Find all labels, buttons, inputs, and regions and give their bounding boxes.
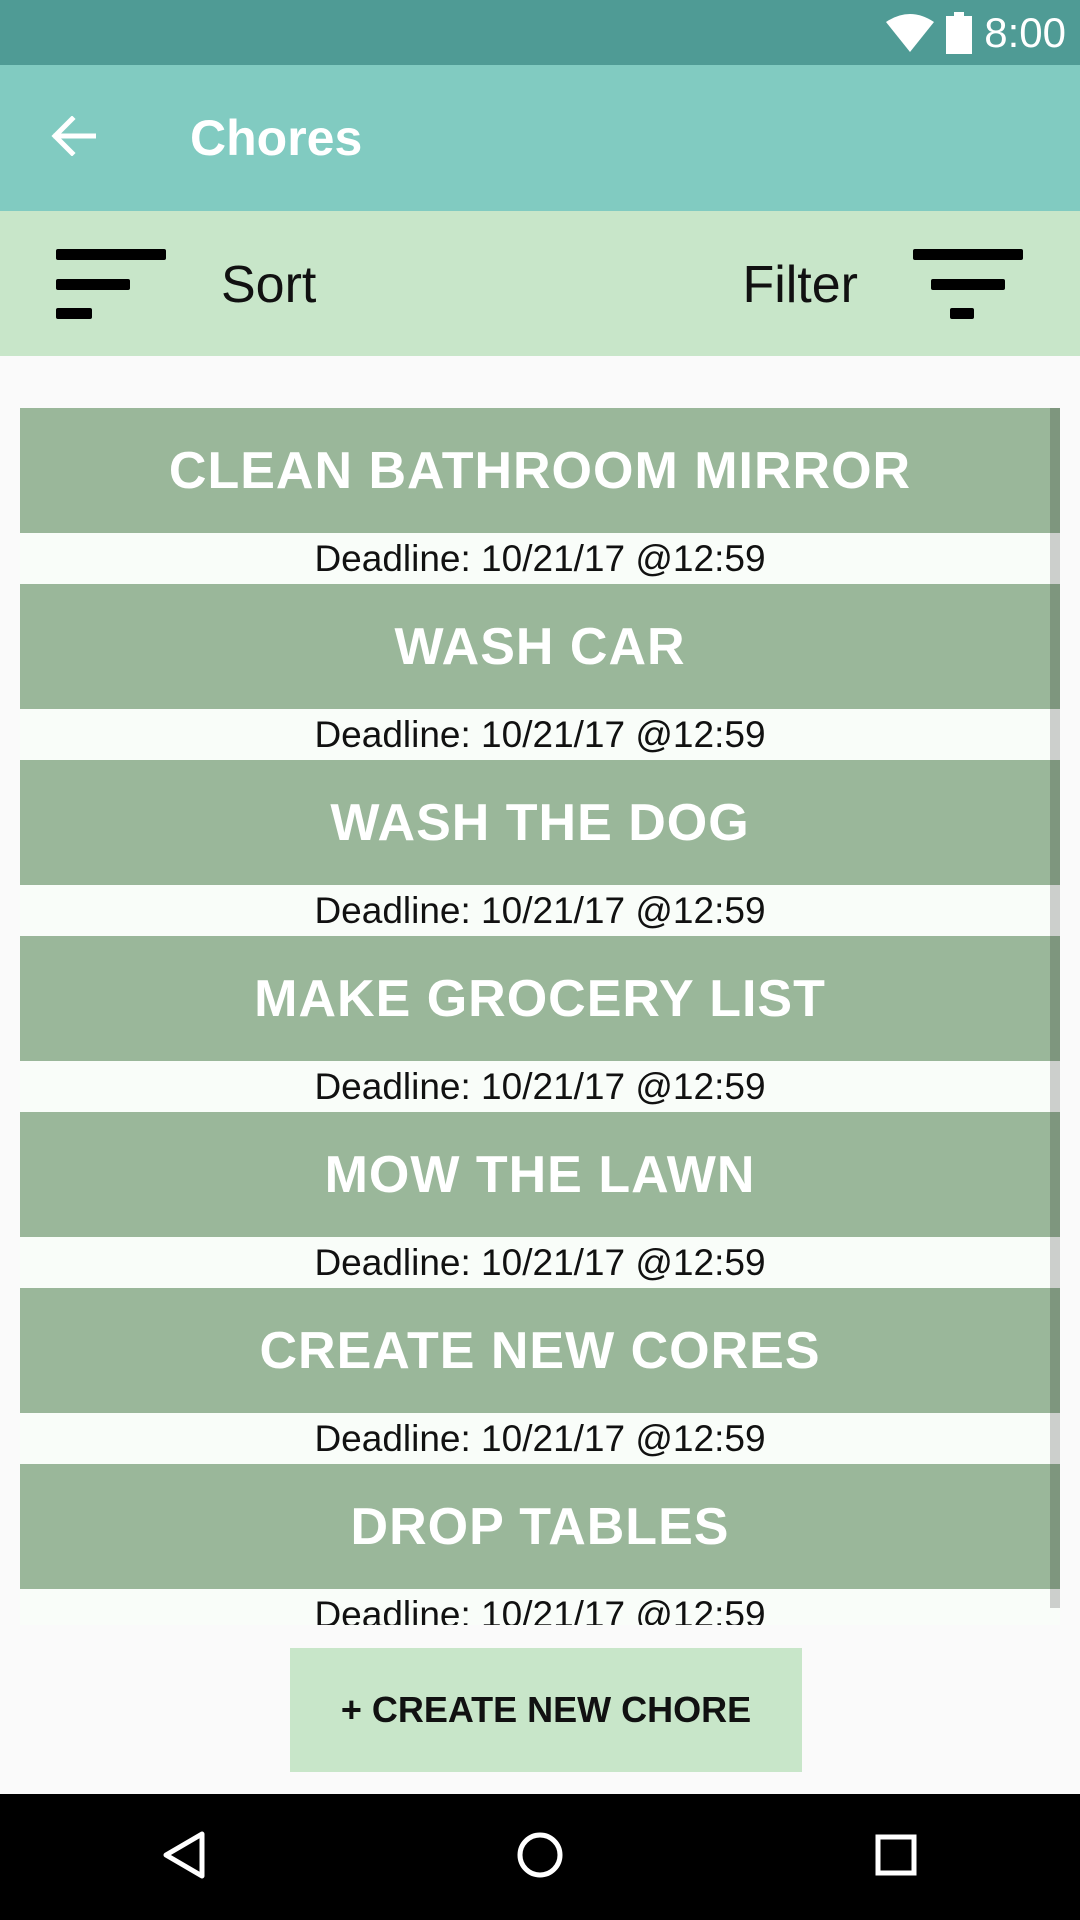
back-button[interactable] [0, 65, 146, 211]
chore-item: CREATE NEW CORES Deadline: 10/21/17 @12:… [20, 1288, 1060, 1464]
sort-button[interactable]: Sort [0, 211, 400, 356]
chore-title[interactable]: WASH CAR [20, 584, 1060, 709]
sort-label: Sort [221, 256, 317, 314]
chore-item: CLEAN BATHROOM MIRROR Deadline: 10/21/17… [20, 408, 1060, 584]
chore-deadline: Deadline: 10/21/17 @12:59 [314, 1593, 766, 1626]
chore-item: MOW THE LAWN Deadline: 10/21/17 @12:59 [20, 1112, 1060, 1288]
nav-recents-icon [875, 1834, 917, 1881]
chore-deadline: Deadline: 10/21/17 @12:59 [314, 889, 766, 931]
status-bar: 8:00 [0, 0, 1080, 65]
status-time: 8:00 [984, 8, 1066, 56]
chore-item: WASH CAR Deadline: 10/21/17 @12:59 [20, 584, 1060, 760]
chore-item: MAKE GROCERY LIST Deadline: 10/21/17 @12… [20, 936, 1060, 1112]
chore-list[interactable]: CLEAN BATHROOM MIRROR Deadline: 10/21/17… [20, 408, 1060, 1625]
scrollbar[interactable] [1050, 408, 1060, 1608]
chore-title[interactable]: CLEAN BATHROOM MIRROR [20, 408, 1060, 533]
chore-item: DROP TABLES Deadline: 10/21/17 @12:59 [20, 1464, 1060, 1625]
nav-home-icon [516, 1831, 564, 1884]
nav-recents-button[interactable] [796, 1794, 996, 1920]
chore-item: WASH THE DOG Deadline: 10/21/17 @12:59 [20, 760, 1060, 936]
chore-deadline: Deadline: 10/21/17 @12:59 [314, 537, 766, 579]
chore-title[interactable]: MOW THE LAWN [20, 1112, 1060, 1237]
chore-title[interactable]: CREATE NEW CORES [20, 1288, 1060, 1413]
filter-label: Filter [742, 256, 858, 314]
chore-title[interactable]: MAKE GROCERY LIST [20, 936, 1060, 1061]
chore-deadline: Deadline: 10/21/17 @12:59 [314, 1065, 766, 1107]
nav-home-button[interactable] [440, 1794, 640, 1920]
nav-back-icon [162, 1831, 206, 1884]
chore-deadline: Deadline: 10/21/17 @12:59 [314, 1241, 766, 1283]
app-bar: Chores [0, 65, 1080, 211]
chore-title[interactable]: WASH THE DOG [20, 760, 1060, 885]
filter-funnel-icon [913, 249, 1023, 324]
chore-title[interactable]: DROP TABLES [20, 1464, 1060, 1589]
filter-button[interactable]: Filter [680, 211, 1080, 356]
wifi-icon [886, 13, 935, 52]
sort-filter-bar: Sort Filter [0, 211, 1080, 356]
battery-icon [946, 11, 973, 54]
create-new-chore-button[interactable]: + CREATE NEW CHORE [290, 1648, 802, 1772]
arrow-left-icon [50, 114, 97, 161]
page-title: Chores [190, 110, 363, 166]
sort-lines-icon [56, 249, 166, 324]
chore-deadline: Deadline: 10/21/17 @12:59 [314, 1417, 766, 1459]
nav-bar [0, 1794, 1080, 1920]
nav-back-button[interactable] [84, 1794, 284, 1920]
chore-deadline: Deadline: 10/21/17 @12:59 [314, 713, 766, 755]
